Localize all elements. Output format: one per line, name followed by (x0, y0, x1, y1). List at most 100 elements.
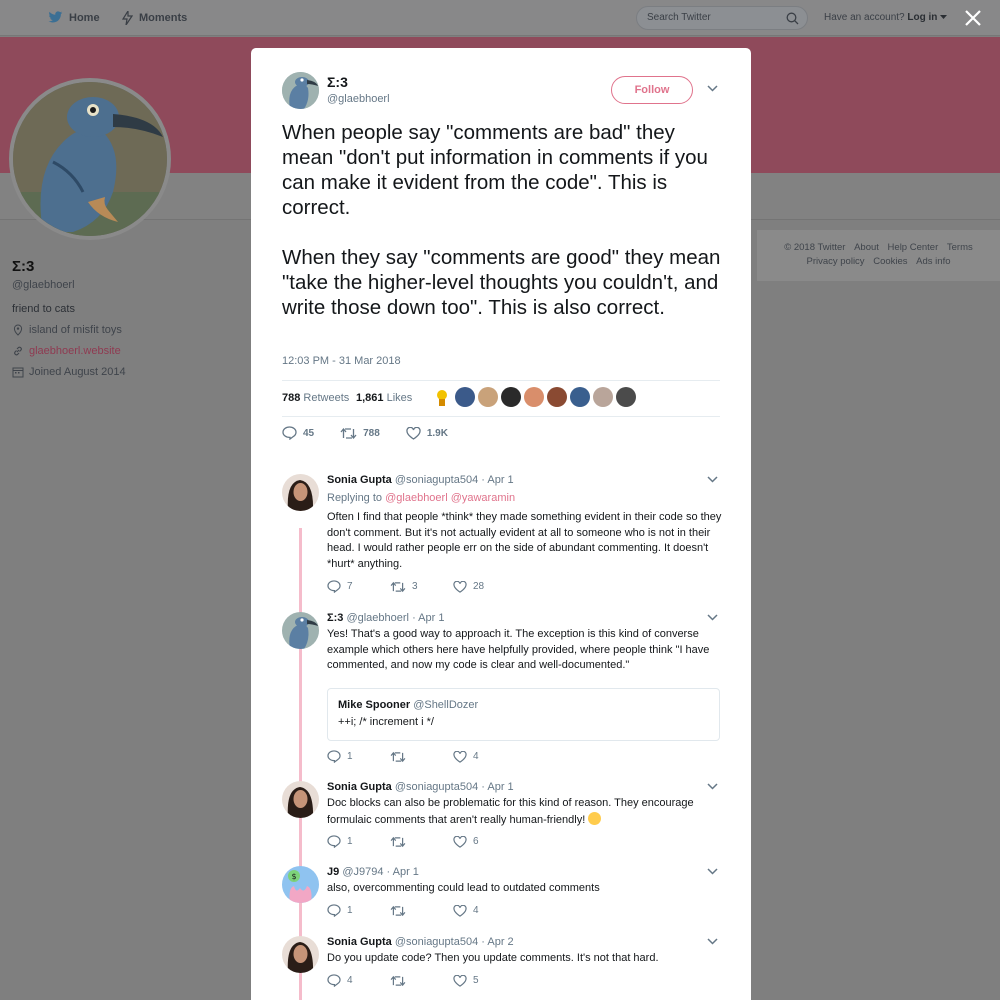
reply-avatar[interactable]: $ (282, 866, 319, 903)
liker-avatar[interactable] (524, 387, 544, 407)
nav-moments-label: Moments (139, 12, 188, 24)
chevron-down-icon[interactable] (707, 783, 718, 790)
tweet-author-handle[interactable]: @glaebhoerl (327, 93, 390, 105)
reply-action[interactable]: 1 (327, 835, 390, 848)
like-action[interactable]: 6 (453, 835, 516, 848)
reply-date[interactable]: · Apr 1 (387, 866, 419, 878)
chevron-down-icon[interactable] (707, 476, 718, 483)
like-action[interactable]: 4 (453, 904, 516, 917)
footer-ads-info[interactable]: Ads info (916, 256, 950, 267)
reply-text: also, overcommenting could lead to outda… (327, 882, 600, 894)
reply-avatar[interactable] (282, 474, 319, 511)
reply-author-handle[interactable]: @soniagupta504 (395, 781, 478, 793)
retweet-icon (390, 905, 406, 916)
footer-terms[interactable]: Terms (947, 242, 973, 253)
chevron-down-icon[interactable] (707, 938, 718, 945)
like-action[interactable]: 5 (453, 974, 516, 987)
reply-author-name[interactable]: Sonia Gupta (327, 781, 392, 793)
liker-avatar[interactable] (455, 387, 475, 407)
reply-action[interactable]: 1 (327, 750, 390, 763)
liker-avatar[interactable] (570, 387, 590, 407)
reply-action[interactable]: 7 (327, 580, 390, 593)
calendar-icon (12, 367, 24, 378)
quote-author-handle: @ShellDozer (413, 699, 479, 711)
retweet-action[interactable] (390, 835, 453, 848)
retweet-count: 3 (412, 581, 418, 592)
reply-author-name[interactable]: Σ:3 (327, 612, 343, 624)
liker-avatar[interactable] (432, 387, 452, 407)
retweet-action[interactable] (390, 974, 453, 987)
liker-avatar[interactable] (616, 387, 636, 407)
retweet-action[interactable]: 3 (390, 580, 453, 593)
replying-to-handles[interactable]: @glaebhoerl @yawaramin (385, 492, 515, 504)
reply-action[interactable]: 4 (327, 974, 390, 987)
reply-author-handle[interactable]: @soniagupta504 (395, 936, 478, 948)
close-icon[interactable] (963, 8, 983, 28)
caret-down-icon[interactable] (940, 15, 948, 20)
reply-author-name[interactable]: Sonia Gupta (327, 936, 392, 948)
nav-moments[interactable]: Moments (122, 11, 187, 25)
reply-action[interactable]: 1 (327, 904, 390, 917)
chevron-down-icon[interactable] (707, 868, 718, 875)
have-account-text: Have an account? (824, 12, 905, 23)
footer-links: © 2018 Twitter About Help Center Terms P… (757, 230, 1000, 281)
reply-date[interactable]: · Apr 1 (481, 781, 513, 793)
search-input[interactable] (647, 12, 777, 23)
liker-avatar[interactable] (593, 387, 613, 407)
search-icon[interactable] (786, 12, 799, 25)
like-action[interactable]: 28 (453, 580, 516, 593)
retweet-action[interactable] (390, 904, 453, 917)
profile-website[interactable]: glaebhoerl.website (12, 345, 242, 357)
reply-author-handle[interactable]: @J9794 (342, 866, 383, 878)
liker-avatar[interactable] (478, 387, 498, 407)
reply-author-handle[interactable]: @soniagupta504 (395, 474, 478, 486)
retweet-icon (390, 751, 406, 762)
reply-actions: 1 6 (327, 835, 516, 848)
retweets-stat[interactable]: 788 Retweets (282, 392, 349, 404)
liker-avatar[interactable] (501, 387, 521, 407)
reply-actions: 7 3 28 (327, 580, 516, 593)
chevron-down-icon[interactable] (707, 614, 718, 621)
retweet-action[interactable]: 788 (340, 426, 380, 440)
tweet-author-name[interactable]: Σ:3 (327, 74, 348, 90)
search-box[interactable] (636, 6, 808, 30)
reply-avatar[interactable] (282, 781, 319, 818)
likes-count: 1,861 (356, 392, 384, 404)
profile-avatar[interactable] (9, 78, 171, 240)
chevron-down-icon[interactable] (707, 85, 718, 92)
reply-avatar[interactable] (282, 936, 319, 973)
reply-author-handle[interactable]: @glaebhoerl (346, 612, 409, 624)
login-link[interactable]: Log in (907, 12, 937, 23)
heart-icon (453, 974, 467, 987)
tweet-timestamp[interactable]: 12:03 PM - 31 Mar 2018 (282, 355, 401, 367)
reply-date[interactable]: · Apr 1 (481, 474, 513, 486)
like-count: 6 (473, 836, 479, 847)
profile-website-link[interactable]: glaebhoerl.website (29, 345, 121, 357)
follow-button[interactable]: Follow (611, 76, 693, 104)
retweet-action[interactable] (390, 750, 453, 763)
reply-date[interactable]: · Apr 1 (412, 612, 444, 624)
like-action[interactable]: 1.9K (406, 426, 448, 440)
footer-about[interactable]: About (854, 242, 879, 253)
profile-sidebar: Σ:3 @glaebhoerl friend to cats island of… (12, 258, 242, 378)
nav-home[interactable]: Home (48, 11, 100, 24)
like-action[interactable]: 4 (453, 750, 516, 763)
tweet-author-avatar[interactable] (282, 72, 319, 109)
footer-help-center[interactable]: Help Center (888, 242, 939, 253)
footer-cookies[interactable]: Cookies (873, 256, 907, 267)
reply-author-name[interactable]: Sonia Gupta (327, 474, 392, 486)
reply-date[interactable]: · Apr 2 (481, 936, 513, 948)
liker-avatar[interactable] (547, 387, 567, 407)
profile-joined: Joined August 2014 (12, 366, 242, 378)
replying-to-label: Replying to (327, 492, 383, 504)
reply-icon (327, 580, 341, 593)
reply-avatar[interactable] (282, 612, 319, 649)
reply-author-name[interactable]: J9 (327, 866, 339, 878)
quoted-tweet[interactable]: Mike Spooner @ShellDozer ++i; /* increme… (327, 688, 720, 741)
likes-stat[interactable]: 1,861 Likes (356, 392, 412, 404)
footer-privacy[interactable]: Privacy policy (806, 256, 864, 267)
reply-action[interactable]: 45 (282, 426, 314, 440)
reply-text: Yes! That's a good way to approach it. T… (327, 628, 710, 671)
like-count: 28 (473, 581, 485, 592)
reply-header: Σ:3 @glaebhoerl · Apr 1 (327, 612, 444, 624)
